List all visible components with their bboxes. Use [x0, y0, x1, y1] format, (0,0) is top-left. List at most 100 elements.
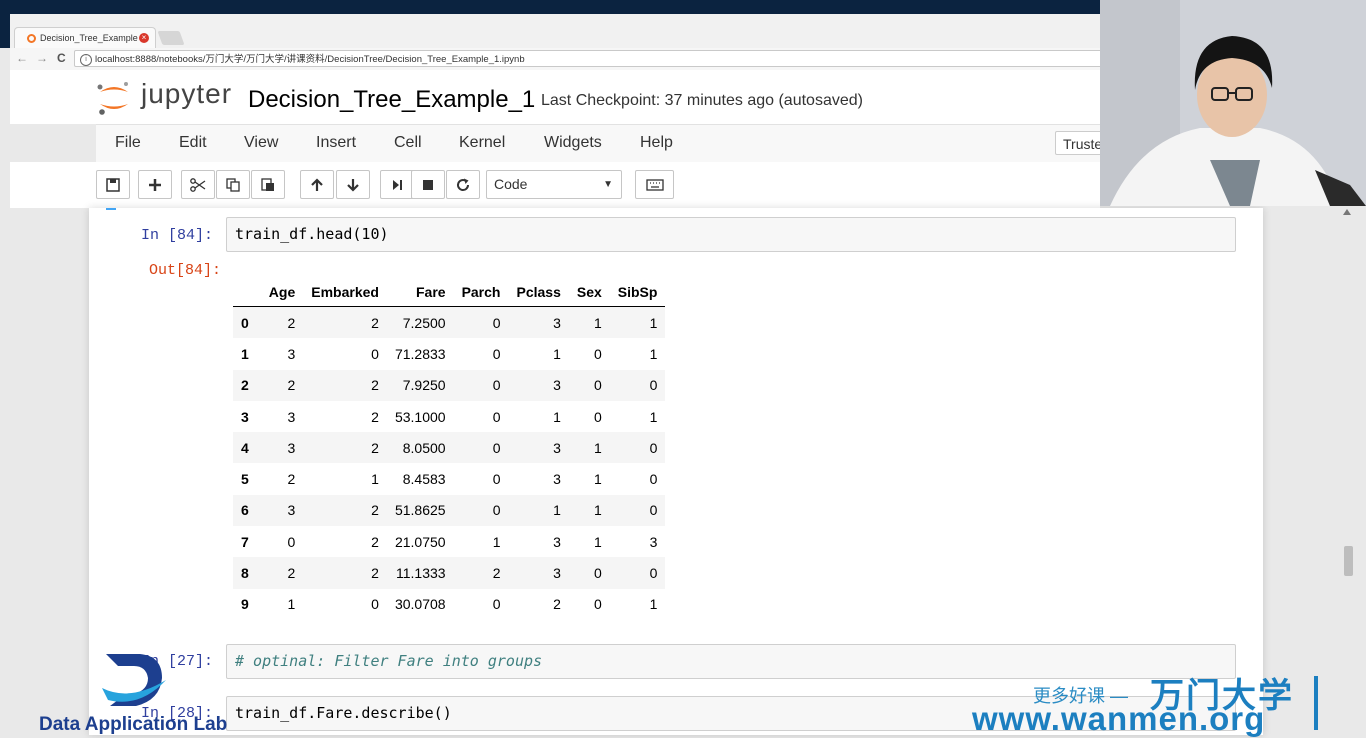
- table-cell: 1: [649, 345, 658, 362]
- url-input[interactable]: i localhost:8888/notebooks/万门大学/万门大学/讲课资…: [74, 50, 1104, 67]
- table-cell: 3: [649, 533, 658, 550]
- table-header: Fare: [386, 278, 454, 307]
- move-up-button[interactable]: [300, 170, 334, 199]
- webcam-overlay: [1100, 0, 1366, 206]
- table-cell: 21.0750: [394, 533, 446, 550]
- table-cell: 3: [553, 314, 561, 331]
- copy-icon: [226, 177, 240, 192]
- table-cell: 0: [593, 565, 602, 582]
- reload-icon[interactable]: C: [57, 51, 66, 65]
- cut-button[interactable]: [181, 170, 215, 199]
- row-index: 2: [241, 377, 249, 394]
- table-header: Pclass: [508, 278, 569, 307]
- notebook-container: In [84]: train_df.head(10) Out[84]: Age …: [89, 208, 1263, 735]
- table-cell: 0: [649, 439, 658, 456]
- menu-file[interactable]: File: [115, 134, 141, 152]
- table-cell: 3: [553, 565, 561, 582]
- save-button[interactable]: [96, 170, 130, 199]
- menu-help[interactable]: Help: [640, 134, 673, 152]
- table-cell: 0: [649, 502, 658, 519]
- command-palette-button[interactable]: [635, 170, 674, 199]
- watermark-divider: [1314, 676, 1318, 730]
- menu-view[interactable]: View: [244, 134, 278, 152]
- selected-cell-marker: [106, 208, 116, 210]
- out-prompt-84: Out[84]:: [149, 262, 222, 279]
- table-cell: 3: [287, 345, 296, 362]
- page-scrollbar[interactable]: [1340, 208, 1356, 735]
- table-cell: 2: [371, 565, 379, 582]
- insert-cell-button[interactable]: [138, 170, 172, 199]
- new-tab-button[interactable]: [157, 31, 185, 45]
- table-cell: 3: [553, 533, 561, 550]
- table-cell: 0: [593, 408, 602, 425]
- table-cell: 30.0708: [394, 596, 446, 613]
- table-cell: 1: [593, 471, 602, 488]
- table-cell: 0: [649, 377, 658, 394]
- menu-widgets[interactable]: Widgets: [544, 134, 602, 152]
- notebook-title[interactable]: Decision_Tree_Example_1: [248, 86, 535, 114]
- row-index: 8: [241, 565, 249, 582]
- paste-button[interactable]: [251, 170, 285, 199]
- menu-cell[interactable]: Cell: [394, 134, 422, 152]
- code-cell-84[interactable]: train_df.head(10): [226, 217, 1236, 252]
- tab-close-icon[interactable]: ×: [139, 33, 149, 43]
- address-bar-row: ← → C i localhost:8888/notebooks/万门大学/万门…: [10, 48, 1104, 71]
- table-cell: 1: [492, 533, 501, 550]
- step-forward-icon: [393, 179, 402, 190]
- table-row: 8 2 2 11.1333 2 3 0 0: [233, 557, 666, 589]
- table-cell: 1: [553, 345, 561, 362]
- table-cell: 0: [492, 314, 501, 331]
- table-cell: 1: [593, 439, 602, 456]
- run-button[interactable]: [380, 170, 414, 199]
- move-down-button[interactable]: [336, 170, 370, 199]
- jupyter-logo-text: jupyter: [141, 78, 233, 109]
- menu-kernel[interactable]: Kernel: [459, 134, 505, 152]
- scroll-up-icon[interactable]: [1343, 209, 1351, 215]
- table-row: 5 2 1 8.4583 0 3 1 0: [233, 463, 665, 494]
- menu-edit[interactable]: Edit: [179, 134, 207, 152]
- scrollbar-thumb[interactable]: [1344, 546, 1353, 576]
- table-header: Age: [260, 278, 304, 307]
- table-row: 1 3 0 71.2833 0 1 0 1: [233, 338, 665, 369]
- cell-type-select[interactable]: Code ▼: [486, 170, 622, 199]
- restart-button[interactable]: [446, 170, 480, 199]
- table-header: Sex: [568, 278, 610, 307]
- table-cell: 2: [287, 565, 296, 582]
- table-cell: 2: [371, 314, 379, 331]
- table-cell: 0: [593, 345, 602, 362]
- table-cell: 0: [492, 471, 501, 488]
- table-row: 9 1 0 30.0708 0 2 0 1: [233, 589, 665, 620]
- table-cell: 1: [553, 408, 561, 425]
- info-icon[interactable]: i: [80, 54, 92, 66]
- jupyter-favicon-icon: [27, 33, 36, 43]
- table-cell: 0: [593, 377, 602, 394]
- table-header: SibSp: [609, 278, 666, 307]
- browser-tab[interactable]: Decision_Tree_Example ×: [14, 27, 156, 48]
- code-cell-27[interactable]: # optinal: Filter Fare into groups: [226, 644, 1236, 679]
- interrupt-button[interactable]: [411, 170, 445, 199]
- table-header: [233, 278, 261, 307]
- row-index: 7: [241, 533, 249, 550]
- menu-insert[interactable]: Insert: [316, 134, 356, 152]
- table-cell: 0: [649, 565, 658, 582]
- table-cell: 0: [287, 533, 296, 550]
- table-cell: 2: [371, 377, 379, 394]
- table-cell: 1: [553, 502, 561, 519]
- table-cell: 0: [492, 596, 501, 613]
- stop-icon: [423, 179, 433, 190]
- scissors-icon: [190, 177, 206, 192]
- table-cell: 0: [492, 439, 501, 456]
- table-cell: 2: [287, 471, 296, 488]
- plus-icon: [149, 178, 161, 191]
- back-icon[interactable]: ←: [16, 51, 28, 65]
- row-index: 9: [241, 596, 249, 613]
- copy-button[interactable]: [216, 170, 250, 199]
- menubar: File Edit View Insert Cell Kernel Widget…: [96, 124, 1115, 164]
- table-cell: 3: [287, 502, 296, 519]
- row-index: 4: [241, 439, 249, 456]
- jupyter-logo-icon[interactable]: [96, 80, 132, 116]
- table-cell: 8.0500: [402, 439, 446, 456]
- table-cell: 2: [371, 502, 379, 519]
- forward-icon[interactable]: →: [36, 51, 48, 65]
- refresh-icon: [457, 178, 470, 191]
